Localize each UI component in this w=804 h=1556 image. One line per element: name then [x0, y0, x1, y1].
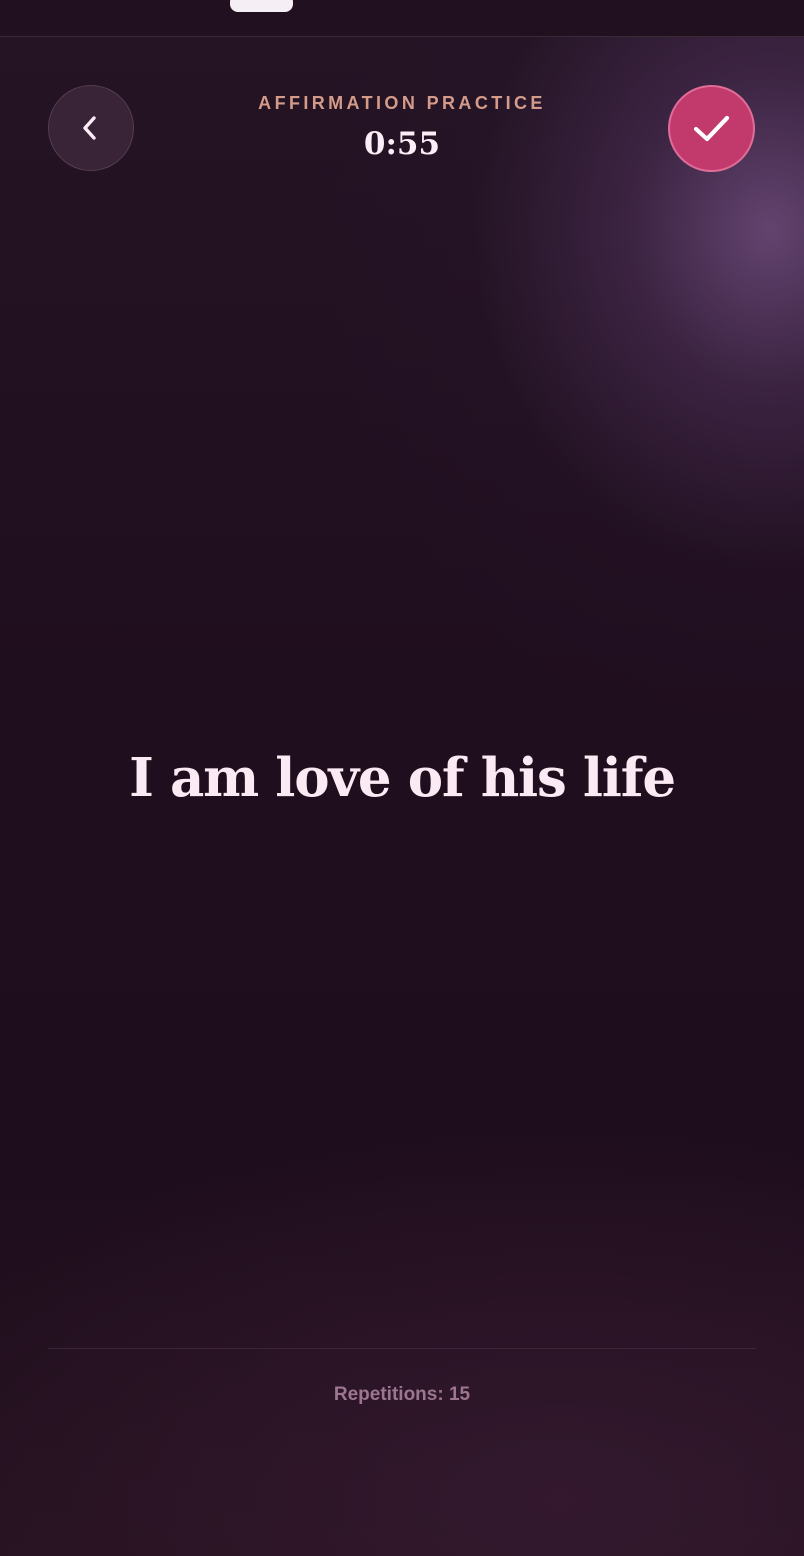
repetitions-count: Repetitions: 15 [333, 1384, 471, 1405]
practice-screen: AFFIRMATION PRACTICE 0:55 I am love of h… [0, 0, 804, 1556]
checkmark-icon [693, 115, 729, 141]
status-pill [230, 0, 293, 12]
top-strip [0, 0, 804, 37]
footer-divider [48, 1348, 756, 1349]
done-button[interactable] [668, 85, 755, 172]
affirmation-text: I am love of his life [129, 747, 676, 809]
